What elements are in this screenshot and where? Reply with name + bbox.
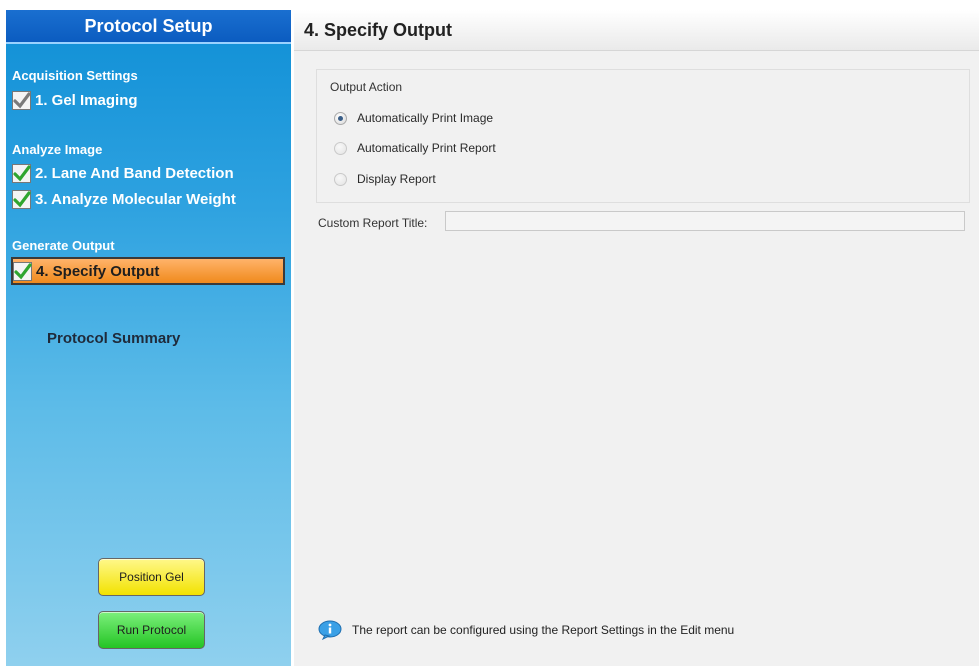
page-title: 4. Specify Output (304, 20, 453, 40)
radio-print-report[interactable]: Automatically Print Report (334, 139, 496, 157)
custom-report-title-label: Custom Report Title: (318, 216, 428, 230)
radio-print-image[interactable]: Automatically Print Image (334, 109, 493, 127)
radio-display-report[interactable]: Display Report (334, 170, 436, 188)
info-icon (318, 620, 342, 640)
step-label: 1. Gel Imaging (35, 91, 138, 109)
run-protocol-button[interactable]: Run Protocol (98, 611, 205, 649)
info-text: The report can be configured using the R… (352, 623, 735, 637)
radio-label: Display Report (357, 172, 436, 186)
check-icon (12, 90, 31, 110)
position-gel-button[interactable]: Position Gel (98, 558, 205, 596)
section-acquisition-settings: Acquisition Settings (12, 68, 138, 83)
protocol-sidebar: Protocol Setup Acquisition Settings 1. G… (6, 10, 291, 666)
output-action-label: Output Action (330, 80, 403, 94)
step-analyze-molecular-weight[interactable]: 3. Analyze Molecular Weight (12, 187, 284, 211)
radio-unselected-icon (334, 172, 347, 186)
step-gel-imaging[interactable]: 1. Gel Imaging (12, 88, 284, 112)
radio-selected-icon (334, 111, 347, 125)
main-header: 4. Specify Output (294, 10, 979, 51)
step-lane-band-detection[interactable]: 2. Lane And Band Detection (12, 161, 284, 185)
section-analyze-image: Analyze Image (12, 142, 103, 157)
step-label: 2. Lane And Band Detection (35, 164, 234, 182)
custom-report-title-input[interactable] (445, 211, 965, 231)
radio-label: Automatically Print Report (357, 141, 496, 155)
step-label: 4. Specify Output (36, 262, 160, 280)
check-icon (12, 163, 31, 183)
step-label: 3. Analyze Molecular Weight (35, 190, 236, 208)
check-icon (13, 261, 32, 281)
step-specify-output[interactable]: 4. Specify Output (11, 257, 285, 285)
section-generate-output: Generate Output (12, 238, 115, 253)
info-message: The report can be configured using the R… (318, 620, 734, 640)
sidebar-title: Protocol Setup (6, 10, 291, 44)
radio-label: Automatically Print Image (357, 111, 494, 125)
check-icon (12, 189, 31, 209)
main-panel: 4. Specify Output Output Action Automati… (294, 10, 979, 666)
protocol-summary-link[interactable]: Protocol Summary (47, 330, 180, 347)
radio-unselected-icon (334, 141, 347, 155)
